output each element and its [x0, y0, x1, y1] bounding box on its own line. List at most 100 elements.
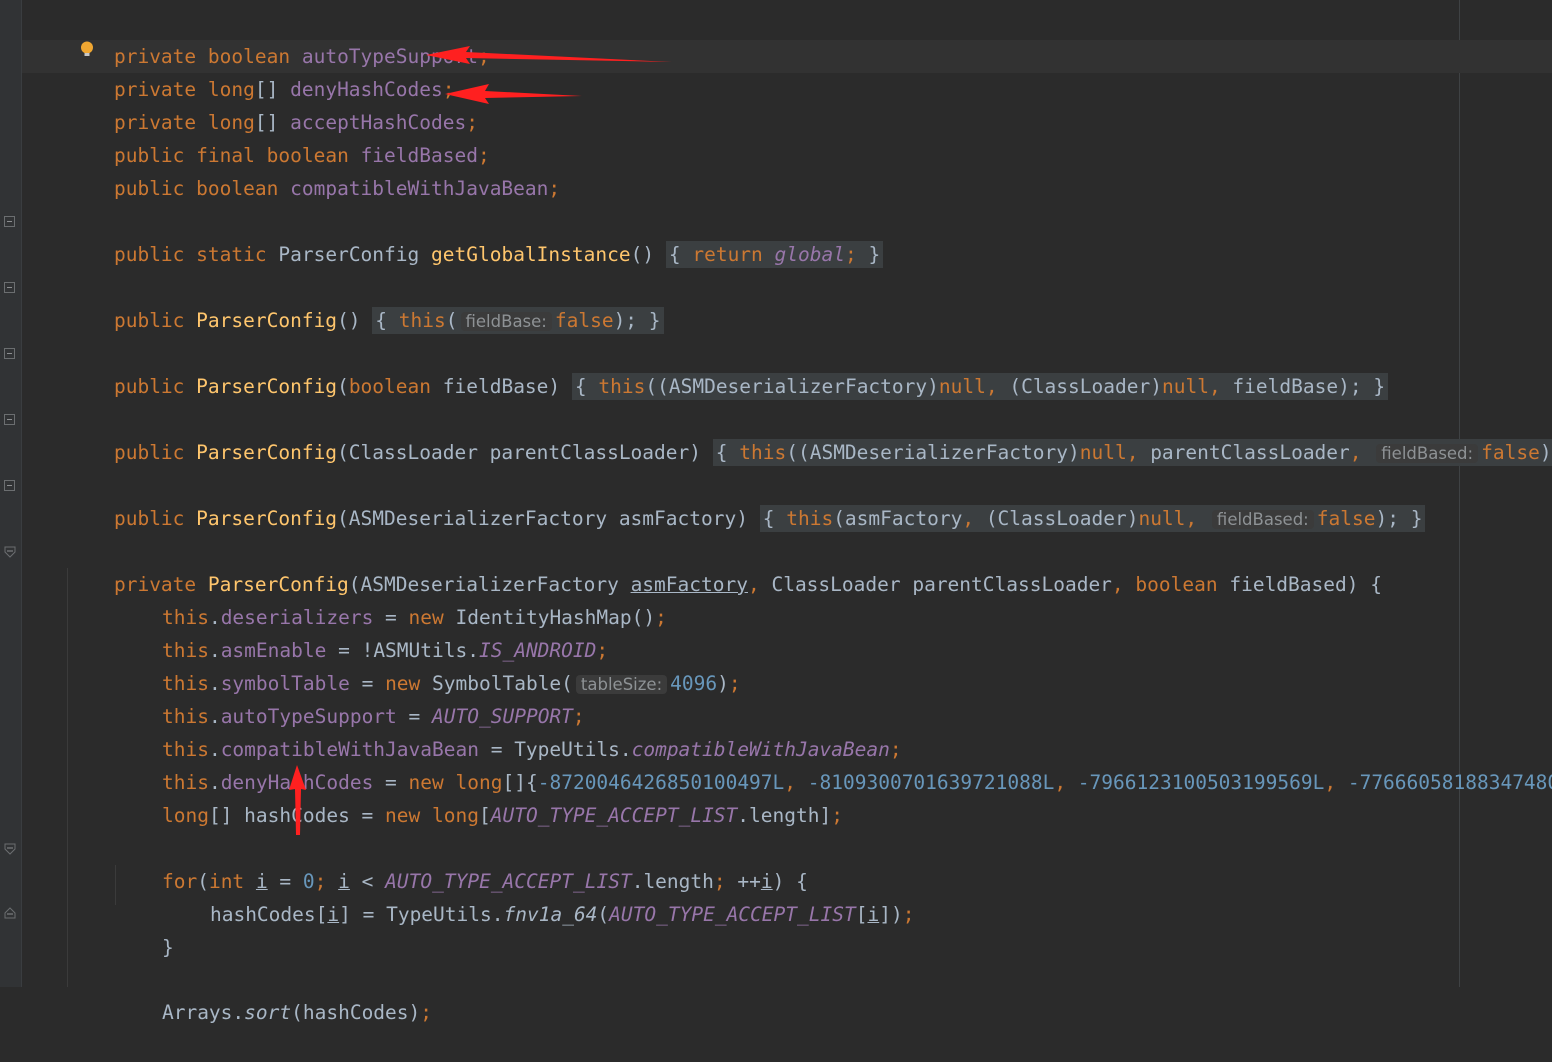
number-literal: -77666058188347480900	[1347, 771, 1552, 794]
comma: ,	[1349, 441, 1362, 464]
editor-gutter[interactable]	[0, 0, 22, 987]
code-line[interactable]: public ParserConfig(boolean fieldBase) {…	[67, 337, 1389, 400]
keyword: null	[1161, 375, 1209, 398]
code-line[interactable]: hashCodes[i] = TypeUtils.fnv1a_64(AUTO_T…	[163, 865, 914, 926]
expression: Arrays.	[161, 1001, 245, 1024]
brace: {	[715, 441, 728, 464]
brace: {	[574, 375, 587, 398]
expression: ] = TypeUtils.	[339, 903, 504, 926]
call-close: );	[1375, 507, 1399, 530]
code-line[interactable]: public final boolean fieldBased;	[67, 106, 490, 167]
folded-region[interactable]: { this((ASMDeserializerFactory)null, par…	[712, 439, 1552, 466]
comma: ,	[962, 507, 975, 530]
code-editor[interactable]: private boolean autoTypeSupport; private…	[0, 0, 1552, 1024]
folded-region[interactable]: { this((ASMDeserializerFactory)null, (Cl…	[571, 373, 1389, 400]
code-line[interactable]: private boolean autoTypeSupport;	[67, 7, 490, 68]
comma: ,	[1126, 441, 1139, 464]
keyword: public	[113, 375, 185, 398]
number-literal: -7966123100503199569L	[1066, 771, 1325, 794]
comma: ,	[1185, 507, 1198, 530]
code-line[interactable]: Arrays.sort(hashCodes);	[115, 963, 432, 1024]
comma: ,	[747, 573, 760, 596]
code-line[interactable]: private long[] acceptHashCodes;	[67, 73, 478, 134]
parameter: fieldBased) {	[1217, 573, 1382, 596]
comma: ,	[985, 375, 998, 398]
code-line[interactable]: public ParserConfig() { this(fieldBase: f…	[67, 271, 664, 334]
gutter-divider	[21, 0, 22, 987]
code-line[interactable]: private long[] denyHashCodes;	[67, 40, 455, 101]
folded-region[interactable]: { return global; }	[665, 241, 884, 268]
code-line[interactable]: private ParserConfig(ASMDeserializerFact…	[67, 535, 1382, 596]
argument: (ClassLoader)	[997, 375, 1162, 398]
code-line[interactable]: this.asmEnable = !ASMUtils.IS_ANDROID;	[115, 601, 608, 662]
parameter: fieldBase)	[442, 375, 561, 398]
fold-icon[interactable]	[4, 480, 15, 491]
brace: }	[1373, 375, 1386, 398]
static-field: global	[774, 243, 845, 266]
brace: {	[668, 243, 681, 266]
code-line[interactable]: long[] hashCodes = new long[AUTO_TYPE_AC…	[115, 766, 843, 827]
keyword: public	[113, 507, 185, 530]
loop-variable: i	[867, 903, 880, 926]
fold-icon[interactable]	[4, 216, 15, 227]
parens: ()	[337, 309, 361, 332]
comma: ,	[1054, 771, 1067, 794]
expression: (hashCodes)	[291, 1001, 421, 1024]
code-line[interactable]: public ParserConfig(ASMDeserializerFacto…	[67, 469, 1426, 532]
expression: [] hashCodes =	[208, 804, 386, 827]
keyword: long	[161, 804, 209, 827]
method-name: ParserConfig	[196, 309, 338, 332]
semicolon: ;	[655, 606, 667, 629]
code-line[interactable]: }	[115, 898, 174, 959]
static-field: AUTO_TYPE_ACCEPT_LIST	[490, 804, 738, 827]
code-line[interactable]: this.deserializers = new IdentityHashMap…	[115, 568, 667, 629]
code-line[interactable]: public ParserConfig(ClassLoader parentCl…	[67, 403, 1552, 466]
code-line[interactable]: public static ParserConfig getGlobalInst…	[67, 205, 884, 268]
call-close: );	[613, 309, 638, 332]
fold-open-icon[interactable]	[4, 546, 16, 558]
method-name: ParserConfig	[196, 507, 338, 530]
method-name: ParserConfig	[196, 375, 338, 398]
loop-variable: i	[327, 903, 340, 926]
keyword: public	[113, 309, 185, 332]
parameters: (ASMDeserializerFactory asmFactory)	[337, 507, 748, 530]
code-line[interactable]: this.autoTypeSupport = AUTO_SUPPORT;	[115, 667, 585, 728]
folded-region[interactable]: { this(fieldBase: false); }	[372, 307, 664, 334]
right-margin-guide	[1459, 0, 1460, 987]
code-line[interactable]: this.symbolTable = new SymbolTable(table…	[115, 634, 741, 695]
expression: hashCodes[	[209, 903, 328, 926]
expression: ])	[879, 903, 903, 926]
parameters: (ClassLoader parentClassLoader)	[337, 441, 702, 464]
parameter-hint: fieldBase:	[460, 312, 552, 331]
code-line[interactable]: for(int i = 0; i < AUTO_TYPE_ACCEPT_LIST…	[115, 832, 808, 893]
fold-close-icon[interactable]	[4, 907, 16, 919]
type-name: ParserConfig	[278, 243, 420, 266]
parameter-hint: tableSize:	[575, 675, 668, 694]
paren: (	[445, 309, 458, 332]
keyword: this	[786, 507, 834, 530]
folded-region[interactable]: { this(asmFactory, (ClassLoader)null, fi…	[759, 505, 1426, 532]
code-line[interactable]: this.compatibleWithJavaBean = TypeUtils.…	[115, 700, 902, 761]
semicolon: ;	[477, 45, 490, 68]
keyword: null	[938, 375, 986, 398]
argument: (ClassLoader)	[974, 507, 1139, 530]
argument: (asmFactory	[833, 507, 963, 530]
fold-icon[interactable]	[4, 414, 15, 425]
fold-icon[interactable]	[4, 348, 15, 359]
parameter-hint: fieldBased:	[1376, 444, 1479, 463]
keyword: false	[554, 309, 614, 332]
code-line[interactable]: this.denyHashCodes = new long[]{-8720046…	[115, 733, 1552, 794]
brace: {	[762, 507, 775, 530]
keyword: return	[692, 243, 763, 266]
keyword: boolean	[196, 177, 279, 200]
fold-open-icon[interactable]	[4, 843, 16, 855]
paren: (	[597, 903, 610, 926]
keyword: public	[113, 243, 185, 266]
keyword: null	[1138, 507, 1186, 530]
code-line[interactable]: public boolean compatibleWithJavaBean;	[67, 139, 560, 200]
keyword: public	[113, 177, 185, 200]
semicolon: ;	[548, 177, 561, 200]
argument: fieldBase);	[1220, 375, 1362, 398]
fold-icon[interactable]	[4, 282, 15, 293]
parens: ()	[630, 243, 655, 266]
